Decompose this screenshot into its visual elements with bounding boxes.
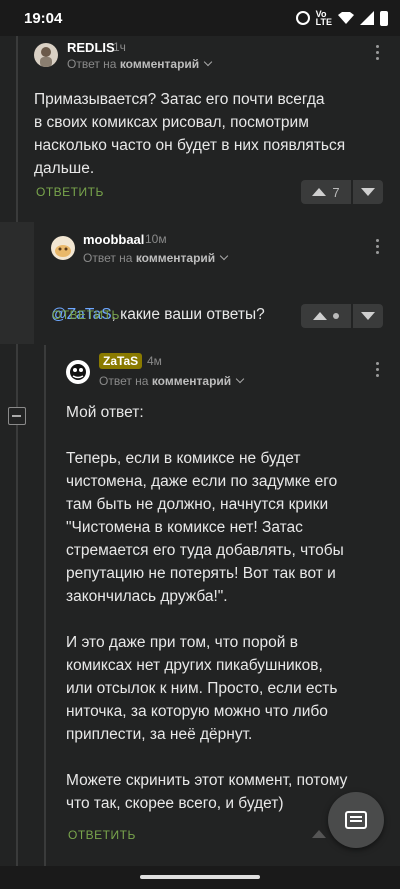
- arrow-down-icon: [361, 312, 375, 320]
- battery-icon: [380, 10, 388, 26]
- avatar[interactable]: [34, 43, 58, 67]
- status-time: 19:04: [24, 10, 63, 27]
- signal-icon: [360, 11, 374, 25]
- arrow-up-icon: [313, 312, 327, 320]
- more-options-icon[interactable]: [376, 45, 380, 61]
- reply-button[interactable]: ОТВЕТИТЬ: [52, 308, 120, 322]
- comment-author[interactable]: REDLIS: [67, 40, 115, 55]
- arrow-up-icon: [312, 188, 327, 196]
- thread-line-root: [16, 36, 18, 866]
- status-icons: Vo LTE: [295, 9, 388, 27]
- comment-text: Мой ответ: Теперь, если в комиксе не буд…: [66, 404, 348, 812]
- comment-author[interactable]: moobbaal: [83, 232, 144, 247]
- rating-hidden-dot: [333, 313, 339, 319]
- home-gesture-handle[interactable]: [140, 875, 260, 879]
- downvote-button[interactable]: [353, 304, 383, 328]
- arrow-up-icon[interactable]: [312, 830, 326, 838]
- chevron-down-icon: [219, 251, 229, 261]
- comment-time: 4м: [147, 354, 162, 368]
- vote-widget: [301, 304, 383, 328]
- more-options-icon[interactable]: [376, 362, 380, 378]
- system-nav-bar: [0, 866, 400, 889]
- status-bar: 19:04 Vo LTE: [0, 0, 400, 36]
- chevron-down-icon: [235, 374, 245, 384]
- avatar[interactable]: [51, 236, 75, 260]
- reply-to-link[interactable]: Ответ на комментарий: [83, 251, 229, 265]
- more-options-icon[interactable]: [376, 239, 380, 255]
- comment-time: 10м: [145, 232, 167, 246]
- collapse-thread-button[interactable]: [8, 407, 26, 425]
- reply-button[interactable]: ОТВЕТИТЬ: [36, 185, 104, 199]
- reply-to-link[interactable]: Ответ на комментарий: [67, 57, 213, 71]
- chevron-down-icon: [203, 57, 213, 67]
- comment-time: 1ч: [113, 40, 126, 54]
- reply-to-link[interactable]: Ответ на комментарий: [99, 374, 245, 388]
- avatar[interactable]: [66, 360, 90, 384]
- upvote-button[interactable]: [301, 304, 351, 328]
- comments-fab-button[interactable]: [328, 792, 384, 848]
- message-icon: [345, 811, 367, 829]
- volte-icon: Vo LTE: [315, 9, 332, 27]
- thread-line-level-2: [44, 345, 46, 866]
- vote-widget: 7: [301, 180, 383, 204]
- upvote-button[interactable]: 7: [301, 180, 351, 204]
- alarm-icon: [295, 11, 310, 25]
- reply-button[interactable]: ОТВЕТИТЬ: [68, 828, 136, 842]
- rating-count: 7: [332, 184, 340, 200]
- wifi-icon: [338, 12, 354, 24]
- author-badge[interactable]: ZaTaS: [99, 353, 143, 369]
- arrow-down-icon: [361, 188, 375, 196]
- thread-indent-level-1: [0, 222, 34, 344]
- downvote-button[interactable]: [353, 180, 383, 204]
- comment-text: Примазывается? Затас его почти всегда в …: [34, 91, 346, 177]
